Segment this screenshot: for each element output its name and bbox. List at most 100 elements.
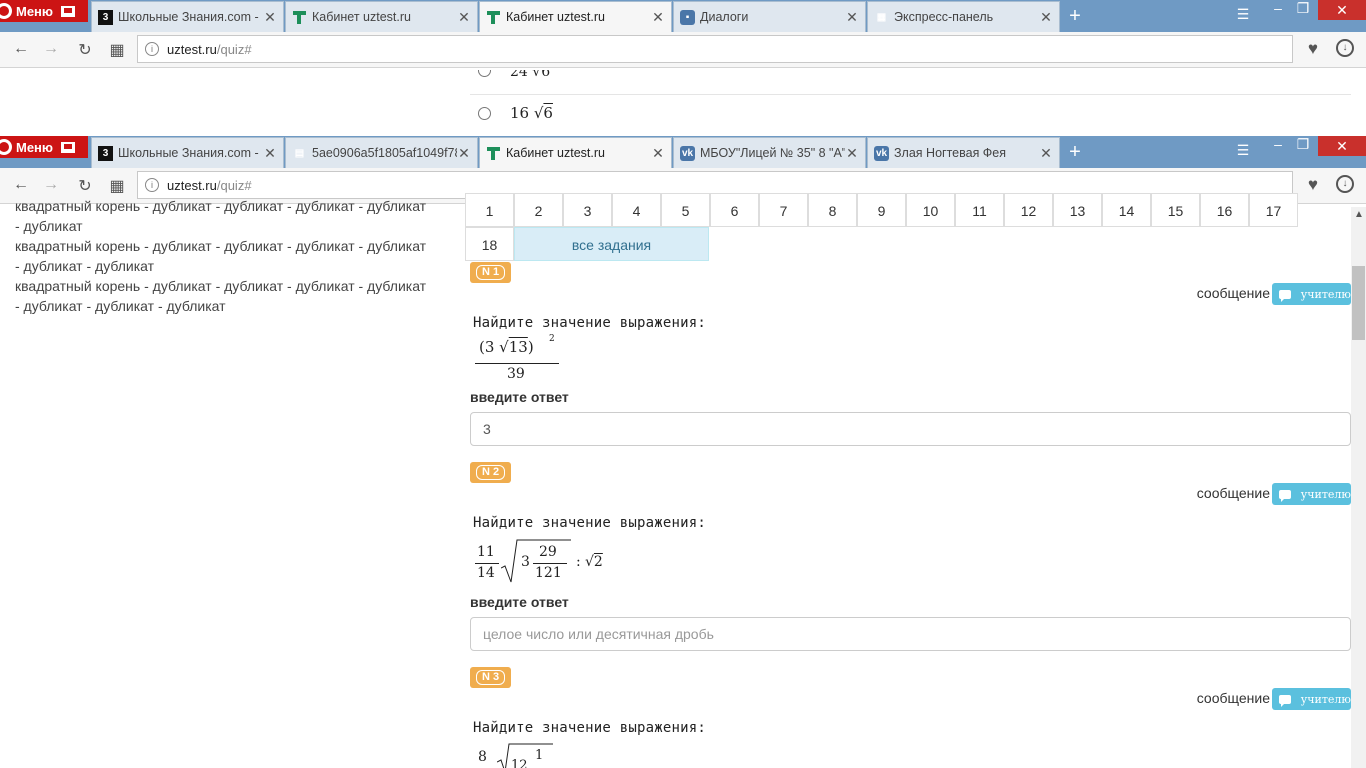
- message-teacher-button[interactable]: учителю: [1272, 283, 1351, 305]
- tab-dialogs[interactable]: ▪ Диалоги ✕: [673, 1, 866, 32]
- close-icon[interactable]: ✕: [263, 145, 277, 162]
- close-icon[interactable]: ✕: [845, 9, 859, 26]
- math-expression: 8 12 1: [475, 742, 565, 768]
- task-number-16[interactable]: 16: [1200, 193, 1249, 227]
- bookmark-heart-icon[interactable]: ♥: [1308, 175, 1318, 195]
- answer-radio[interactable]: [478, 70, 491, 77]
- topic-line[interactable]: квадратный корень - дубликат - дубликат …: [15, 236, 445, 256]
- minimize-icon[interactable]: –: [1268, 136, 1288, 152]
- expr-denominator: 39: [507, 366, 525, 382]
- tab-menu-icon[interactable]: ☰: [1233, 6, 1253, 23]
- message-label: сообщение: [1196, 690, 1270, 706]
- close-icon[interactable]: ✕: [845, 145, 859, 162]
- tab-menu-icon[interactable]: ☰: [1233, 142, 1253, 159]
- answer-input[interactable]: [470, 412, 1351, 446]
- topic-line[interactable]: - дубликат - дубликат - дубликат: [15, 296, 445, 316]
- tab-title: Экспресс-панель: [894, 10, 994, 24]
- task-number-2[interactable]: 2: [514, 193, 563, 227]
- close-icon[interactable]: ✕: [651, 145, 665, 162]
- expr-op: :: [576, 554, 581, 570]
- speed-dial-icon[interactable]: ▦: [107, 176, 127, 196]
- minimize-icon[interactable]: –: [1268, 0, 1288, 16]
- back-icon[interactable]: ←: [11, 176, 31, 194]
- task-number-6[interactable]: 6: [710, 193, 759, 227]
- topic-line[interactable]: - дубликат: [15, 216, 445, 236]
- answer-input[interactable]: [470, 617, 1351, 651]
- task-number-7[interactable]: 7: [759, 193, 808, 227]
- message-teacher-button[interactable]: учителю: [1272, 483, 1351, 505]
- task-number-3[interactable]: 3: [563, 193, 612, 227]
- close-icon[interactable]: ✕: [457, 145, 471, 162]
- menu-label: Меню: [16, 3, 54, 19]
- option-radicand: 6: [543, 104, 553, 122]
- tab-znanija[interactable]: 3 Школьные Знания.com - Е ✕: [91, 137, 284, 168]
- task-number-4[interactable]: 4: [612, 193, 661, 227]
- option-coef: 16: [510, 104, 530, 122]
- tab-znanija[interactable]: 3 Школьные Знания.com - Е ✕: [91, 1, 284, 32]
- tab-document[interactable]: ▤ 5ae0906a5f1805af1049f78 ✕: [285, 137, 478, 168]
- opera-menu-button[interactable]: Меню: [0, 0, 88, 22]
- site-info-icon[interactable]: i: [145, 42, 159, 56]
- scrollbar-thumb[interactable]: [1352, 266, 1365, 340]
- close-icon[interactable]: ✕: [1039, 9, 1053, 26]
- badge-label: N 2: [475, 465, 506, 480]
- task-number-5[interactable]: 5: [661, 193, 710, 227]
- task-number-8[interactable]: 8: [808, 193, 857, 227]
- forward-icon[interactable]: →: [41, 176, 61, 194]
- tab-uztest-active[interactable]: Кабинет uztest.ru ✕: [479, 137, 672, 168]
- tab-title: Кабинет uztest.ru: [506, 146, 605, 160]
- topic-list: квадратный корень - дубликат - дубликат …: [15, 196, 445, 316]
- task-number-9[interactable]: 9: [857, 193, 906, 227]
- close-icon[interactable]: ✕: [457, 9, 471, 26]
- close-icon[interactable]: ✕: [263, 9, 277, 26]
- fraction-line: [475, 363, 559, 364]
- new-tab-icon[interactable]: +: [1065, 141, 1085, 164]
- task-number-18[interactable]: 18: [465, 227, 514, 261]
- restore-icon[interactable]: ❐: [1293, 136, 1313, 153]
- close-icon[interactable]: ✕: [1039, 145, 1053, 162]
- task-number-1[interactable]: 1: [465, 193, 514, 227]
- task-number-17[interactable]: 17: [1249, 193, 1298, 227]
- task-number-14[interactable]: 14: [1102, 193, 1151, 227]
- close-icon[interactable]: ✕: [651, 9, 665, 26]
- reload-icon[interactable]: ↻: [75, 176, 95, 196]
- all-tasks-button[interactable]: все задания: [514, 227, 709, 261]
- task-number-11[interactable]: 11: [955, 193, 1004, 227]
- url-field[interactable]: i uztest.ru/quiz#: [137, 35, 1293, 63]
- close-window-icon[interactable]: ✕: [1318, 0, 1366, 20]
- tab-speed-dial[interactable]: ▦ Экспресс-панель ✕: [867, 1, 1060, 32]
- download-icon[interactable]: ↓: [1336, 175, 1354, 193]
- restore-icon[interactable]: ❐: [1293, 0, 1313, 17]
- tab-bar: Меню 3 Школьные Знания.com - Е ✕ ▤ 5ae09…: [0, 136, 1366, 168]
- speed-dial-icon[interactable]: ▦: [107, 40, 127, 60]
- answer-radio[interactable]: [478, 107, 491, 120]
- task-number-15[interactable]: 15: [1151, 193, 1200, 227]
- message-teacher-button[interactable]: учителю: [1272, 688, 1351, 710]
- page-strip-window1: 24 √6 16 √6: [0, 70, 1366, 136]
- answer-label: введите ответ: [470, 594, 569, 610]
- site-info-icon[interactable]: i: [145, 178, 159, 192]
- tab-title: Диалоги: [700, 10, 749, 24]
- tab-vk-fairy[interactable]: vk Злая Ногтевая Фея ✕: [867, 137, 1060, 168]
- task-number-13[interactable]: 13: [1053, 193, 1102, 227]
- opera-menu-button[interactable]: Меню: [0, 136, 88, 158]
- expr-radicand: 13: [508, 338, 528, 356]
- forward-icon[interactable]: →: [41, 40, 61, 58]
- tab-uztest-active[interactable]: Кабинет uztest.ru ✕: [479, 1, 672, 32]
- topic-line[interactable]: - дубликат - дубликат: [15, 256, 445, 276]
- topic-line[interactable]: квадратный корень - дубликат - дубликат …: [15, 276, 445, 296]
- tab-uztest[interactable]: Кабинет uztest.ru ✕: [285, 1, 478, 32]
- tab-vk-lyceum[interactable]: vk МБОУ"Лицей № 35" 8 "А" ✕: [673, 137, 866, 168]
- new-tab-icon[interactable]: +: [1065, 5, 1085, 28]
- tab-title: Кабинет uztest.ru: [312, 10, 411, 24]
- back-icon[interactable]: ←: [11, 40, 31, 58]
- bookmark-heart-icon[interactable]: ♥: [1308, 39, 1318, 59]
- reload-icon[interactable]: ↻: [75, 40, 95, 60]
- expr-numerator: 11: [477, 544, 495, 560]
- download-icon[interactable]: ↓: [1336, 39, 1354, 57]
- task-number-10[interactable]: 10: [906, 193, 955, 227]
- task-number-12[interactable]: 12: [1004, 193, 1053, 227]
- topic-line[interactable]: квадратный корень - дубликат - дубликат …: [15, 196, 445, 216]
- scroll-up-icon[interactable]: ▲: [1354, 209, 1364, 220]
- close-window-icon[interactable]: ✕: [1318, 136, 1366, 156]
